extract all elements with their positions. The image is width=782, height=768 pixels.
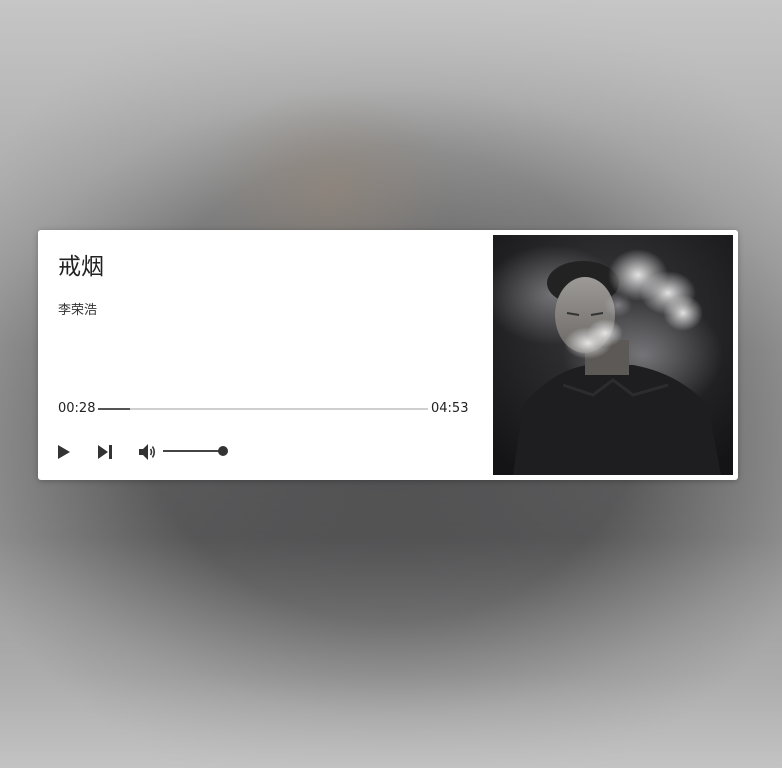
skip-next-icon <box>98 445 112 459</box>
music-player-card: 戒烟 李荣浩 00:28 04:53 <box>38 230 738 480</box>
next-track-button[interactable] <box>95 442 115 462</box>
album-cover <box>493 235 733 475</box>
song-title: 戒烟 <box>58 254 104 280</box>
volume-button[interactable] <box>136 442 160 462</box>
volume-icon <box>139 444 156 460</box>
album-art-image <box>493 235 733 475</box>
current-time: 00:28 <box>58 401 96 416</box>
play-icon <box>58 445 70 459</box>
total-duration: 04:53 <box>431 401 469 416</box>
progress-fill <box>98 408 130 410</box>
volume-slider[interactable] <box>163 446 228 456</box>
volume-knob[interactable] <box>218 446 228 456</box>
play-button[interactable] <box>54 442 74 462</box>
volume-fill <box>163 450 223 452</box>
progress-bar[interactable] <box>98 408 428 410</box>
artist-name: 李荣浩 <box>58 303 98 318</box>
